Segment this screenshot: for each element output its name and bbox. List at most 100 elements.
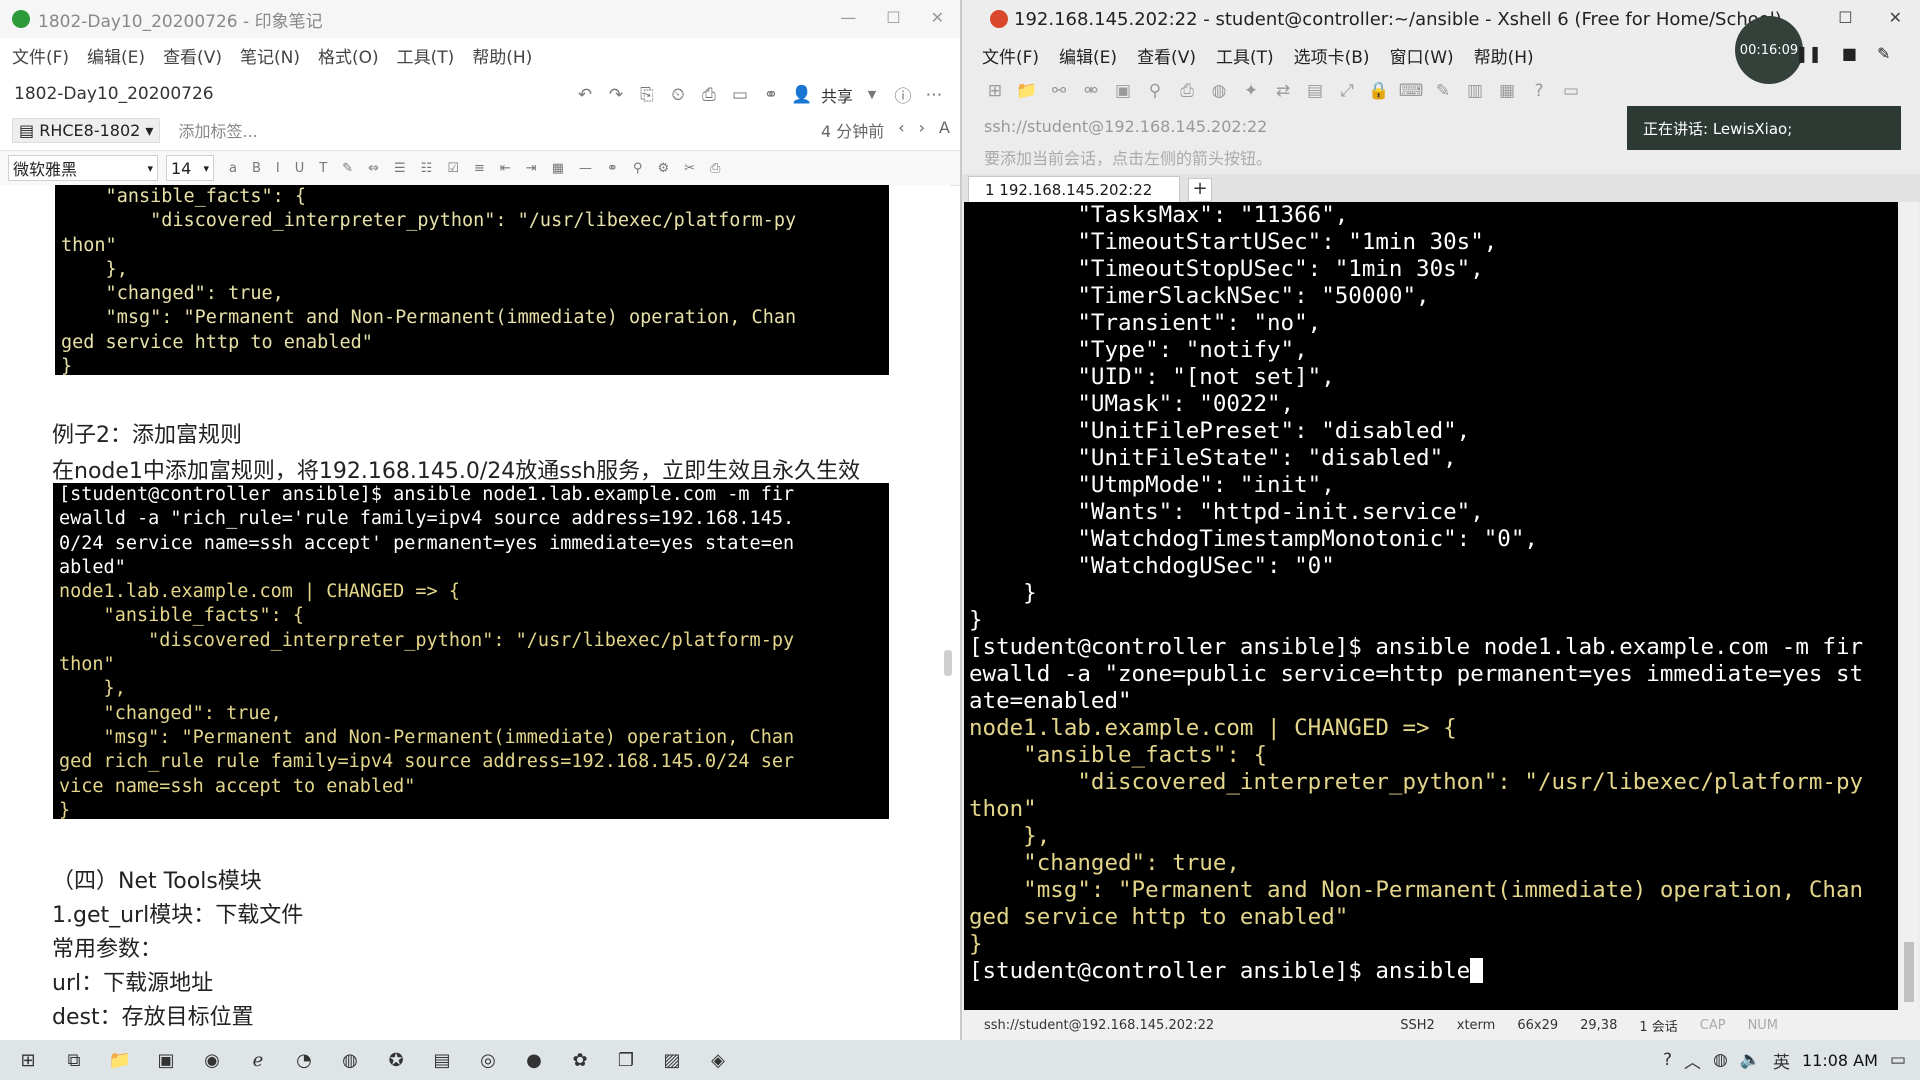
code-icon[interactable]: ⇔ — [368, 161, 379, 176]
menu-tools[interactable]: 工具(T) — [397, 43, 455, 68]
session-address[interactable]: ssh://student@192.168.145.202:22 — [984, 117, 1267, 136]
link-icon[interactable]: ⚭ — [607, 161, 618, 176]
find-icon[interactable]: ⚲ — [1142, 81, 1168, 101]
bullet-list-icon[interactable]: ☰ — [394, 161, 406, 176]
outdent-icon[interactable]: ⇤ — [500, 161, 511, 176]
disconnect-icon[interactable]: ⚮ — [1078, 81, 1104, 101]
chrome-icon[interactable]: ◍ — [332, 1042, 368, 1078]
chat-app-icon[interactable]: ◔ — [286, 1042, 322, 1078]
strikethrough-icon[interactable]: T — [319, 161, 327, 176]
menu-edit[interactable]: 编辑(E) — [1059, 43, 1117, 68]
menu-file[interactable]: 文件(F) — [982, 43, 1039, 68]
lock-icon[interactable]: 🔒 — [1366, 81, 1392, 101]
app-icon[interactable]: ▣ — [148, 1042, 184, 1078]
app4-icon[interactable]: ❐ — [608, 1042, 644, 1078]
note-scrollbar[interactable] — [944, 650, 952, 676]
indent-icon[interactable]: ⇥ — [526, 161, 537, 176]
highlight-icon[interactable]: ✎ — [342, 161, 353, 176]
info-icon[interactable]: ⓘ — [891, 82, 915, 107]
redo-icon[interactable]: ↷ — [604, 85, 628, 105]
open-folder-icon[interactable]: 📁 — [1014, 81, 1040, 101]
settings-icon[interactable]: ⚙ — [657, 161, 669, 176]
add-tag-input[interactable]: 添加标签... — [178, 118, 257, 142]
network-icon[interactable]: ◍ — [1713, 1050, 1728, 1070]
minimize-icon[interactable]: — — [840, 8, 856, 27]
table-icon[interactable]: ▦ — [552, 161, 564, 176]
share-user-icon[interactable]: 👤 — [790, 85, 814, 105]
note-body[interactable]: "ansible_facts": { "discovered_interpret… — [0, 185, 950, 1040]
share-network-icon[interactable]: ⚭ — [759, 85, 783, 105]
xshell-app-icon[interactable]: ◈ — [700, 1042, 736, 1078]
connect-icon[interactable]: ⚯ — [1046, 81, 1072, 101]
terminal-scrollbar[interactable] — [1900, 202, 1918, 1010]
undo-icon[interactable]: ↶ — [573, 85, 597, 105]
xftp-icon[interactable]: ▤ — [1302, 81, 1328, 101]
transfer-icon[interactable]: ⇄ — [1270, 81, 1296, 101]
lock-icon[interactable]: ⎙ — [710, 161, 720, 176]
menu-help[interactable]: 帮助(H) — [1474, 43, 1534, 68]
menu-view[interactable]: 查看(V) — [1137, 43, 1196, 68]
bold-icon[interactable]: B — [252, 161, 261, 176]
text-color-icon[interactable]: a — [229, 161, 237, 176]
notebook-selector[interactable]: ▤ RHCE8-1802 ▾ — [12, 117, 161, 143]
code-block-2[interactable]: [student@controller ansible]$ ansible no… — [53, 483, 889, 819]
print-icon[interactable]: ⎙ — [697, 85, 721, 105]
task-view-icon[interactable]: ⧉ — [56, 1042, 92, 1078]
help-icon[interactable]: ? — [1526, 81, 1552, 101]
pause-icon[interactable]: ❚❚ — [1795, 44, 1822, 63]
reminder-icon[interactable]: ⏲ — [666, 85, 690, 105]
code-block-1[interactable]: "ansible_facts": { "discovered_interpret… — [55, 185, 889, 375]
session-tab[interactable]: 1 192.168.145.202:22 — [968, 176, 1180, 202]
script-icon[interactable]: ✦ — [1238, 81, 1264, 101]
notification-icon[interactable]: ▭ — [1890, 1050, 1906, 1070]
browser-icon[interactable]: ◉ — [194, 1042, 230, 1078]
properties-icon[interactable]: ▣ — [1110, 81, 1136, 101]
prompt-line[interactable]: [student@controller ansible]$ ansible — [969, 958, 1898, 985]
windows-start-icon[interactable]: ⊞ — [10, 1042, 46, 1078]
volume-icon[interactable]: 🔈 — [1740, 1050, 1761, 1070]
font-size-select[interactable]: 14 ▾ — [166, 155, 214, 181]
menu-tabs[interactable]: 选项卡(B) — [1294, 43, 1370, 68]
align-icon[interactable]: ≡ — [474, 161, 485, 176]
terminal-output[interactable]: "TasksMax": "11366", "TimeoutStartUSec":… — [964, 202, 1898, 1010]
evernote-app-icon[interactable]: ● — [516, 1042, 552, 1078]
pen-icon[interactable]: ✎ — [1877, 44, 1890, 63]
clock[interactable]: 11:08 AM — [1802, 1051, 1878, 1070]
layout-icon[interactable]: ▥ — [1462, 81, 1488, 101]
chat-icon[interactable]: ▭ — [1558, 81, 1584, 101]
maximize-icon[interactable]: ☐ — [886, 8, 900, 27]
underline-icon[interactable]: U — [295, 161, 305, 176]
new-session-icon[interactable]: ⊞ — [982, 81, 1008, 101]
menu-format[interactable]: 格式(O) — [318, 43, 379, 68]
print-icon[interactable]: ⎙ — [1174, 81, 1200, 101]
font-style-icon[interactable]: A — [939, 118, 950, 142]
present-icon[interactable]: ▭ — [728, 85, 752, 105]
stop-icon[interactable]: ■ — [1842, 44, 1857, 63]
horizontal-rule-icon[interactable]: — — [579, 161, 592, 176]
terminal-scroll-thumb[interactable] — [1904, 942, 1914, 1002]
compose-icon[interactable]: ▦ — [1494, 81, 1520, 101]
tray-chevron-icon[interactable]: ︿ — [1684, 1048, 1701, 1073]
menu-view[interactable]: 查看(V) — [163, 43, 222, 68]
clip-icon[interactable]: ⎘ — [635, 85, 659, 105]
search-icon[interactable]: ⚲ — [633, 161, 643, 176]
ime-indicator[interactable]: 英 — [1773, 1048, 1790, 1073]
numbered-list-icon[interactable]: ☷ — [421, 161, 433, 176]
terminal-app-icon[interactable]: ▤ — [424, 1042, 460, 1078]
help-icon[interactable]: ? — [1663, 1050, 1672, 1070]
keyboard-icon[interactable]: ⌨ — [1398, 81, 1424, 101]
chevron-right-icon[interactable]: › — [919, 118, 925, 142]
add-tab-button[interactable]: + — [1188, 178, 1212, 202]
share-button[interactable]: 共享 — [821, 83, 853, 107]
image-app-icon[interactable]: ▨ — [654, 1042, 690, 1078]
more-icon[interactable]: ⋯ — [922, 85, 946, 105]
highlight-icon[interactable]: ✎ — [1430, 81, 1456, 101]
globe-icon[interactable]: ◍ — [1206, 81, 1232, 101]
menu-file[interactable]: 文件(F) — [12, 43, 69, 68]
edge-icon[interactable]: ℯ — [240, 1042, 276, 1078]
close-icon[interactable]: ✕ — [931, 8, 944, 27]
note-title[interactable]: 1802-Day10_20200726 — [14, 84, 214, 104]
font-family-select[interactable]: 微软雅黑 ▾ — [8, 155, 158, 181]
app3-icon[interactable]: ✿ — [562, 1042, 598, 1078]
menu-edit[interactable]: 编辑(E) — [87, 43, 145, 68]
